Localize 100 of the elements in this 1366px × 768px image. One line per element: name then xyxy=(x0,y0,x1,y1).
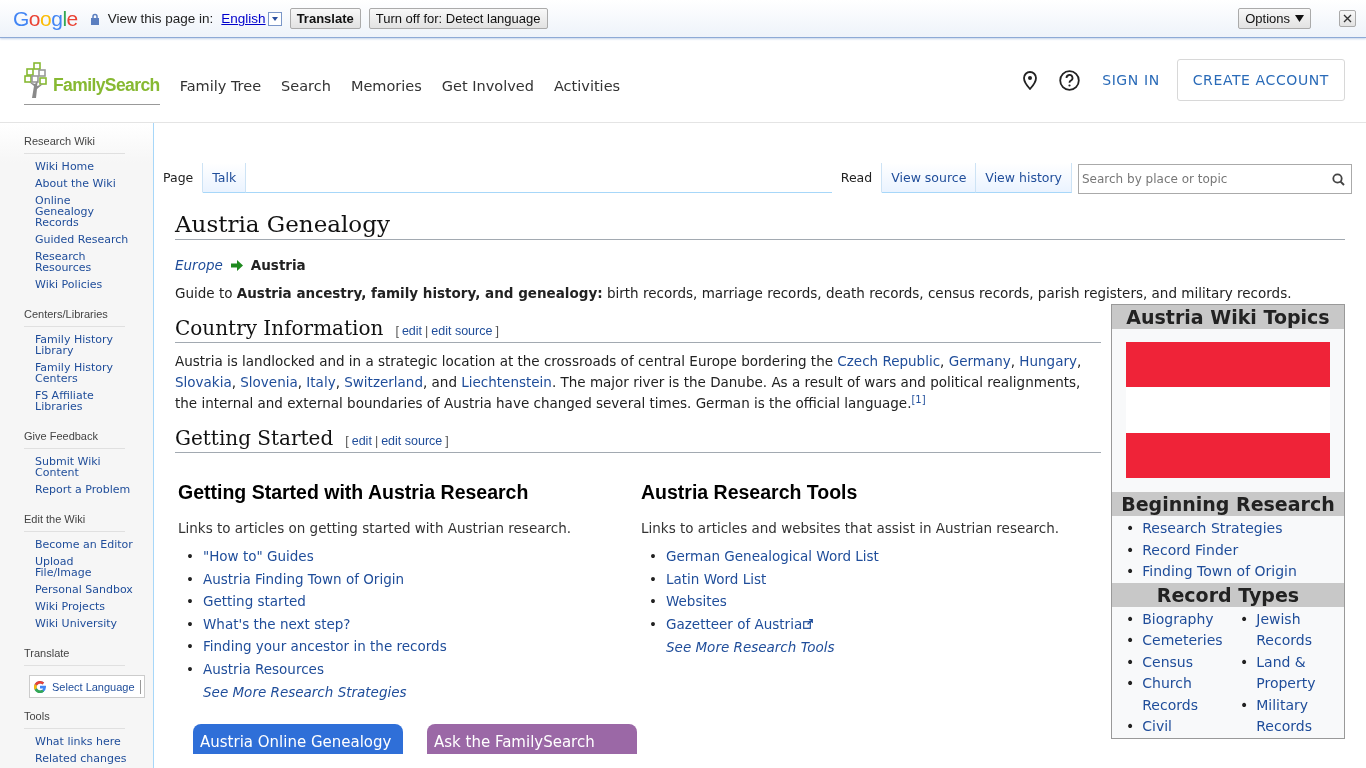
list-link[interactable]: Gazetteer of Austria xyxy=(666,612,803,635)
sidebar-link[interactable]: Related changes xyxy=(35,753,133,764)
sidebar-link[interactable]: Personal Sandbox xyxy=(35,584,133,595)
topic-link[interactable]: Cemeteries xyxy=(1142,630,1223,652)
sidebar-link[interactable]: Research Resources xyxy=(35,251,133,273)
translate-label: View this page in: xyxy=(107,11,214,26)
topic-link[interactable]: Finding Town of Origin xyxy=(1142,561,1297,583)
nav-link[interactable]: Get Involved xyxy=(441,78,534,94)
bullet: • xyxy=(186,637,195,656)
turn-off-button[interactable]: Turn off for: Detect language xyxy=(368,8,548,29)
bullet: • xyxy=(1240,609,1249,629)
sidebar-link[interactable]: About the Wiki xyxy=(35,178,133,189)
nav-link[interactable]: Family Tree xyxy=(179,78,262,94)
language-link[interactable]: English xyxy=(221,11,266,26)
view-tab[interactable]: View source xyxy=(882,163,977,193)
bullet: • xyxy=(1126,717,1135,736)
footnote-link[interactable]: [1] xyxy=(911,393,926,405)
topic-link[interactable]: Church Records xyxy=(1142,673,1230,716)
page-tab[interactable]: Talk xyxy=(203,163,247,193)
bullet: • xyxy=(186,592,195,611)
close-icon xyxy=(1343,14,1352,23)
view-tab[interactable]: View history xyxy=(976,163,1072,193)
location-pin-icon[interactable] xyxy=(1023,70,1038,90)
edit-link[interactable]: edit source xyxy=(381,434,443,448)
nav-link[interactable]: Activities xyxy=(553,78,621,94)
section-heading: Country Information xyxy=(175,316,384,340)
bullet: • xyxy=(1126,674,1135,693)
sidebar-link[interactable]: Report a Problem xyxy=(35,484,133,495)
sidebar-link[interactable]: What links here xyxy=(35,736,133,747)
search-icon[interactable] xyxy=(1332,173,1345,186)
sidebar-link[interactable]: Family History Library xyxy=(35,334,133,356)
google-logo: Google xyxy=(13,6,78,31)
more-link[interactable]: See More Research Strategies xyxy=(203,682,407,702)
dropdown-caret-icon[interactable] xyxy=(267,11,282,26)
list-link[interactable]: German Genealogical Word List xyxy=(666,545,879,568)
create-account-button[interactable]: CREATE ACCOUNT xyxy=(1176,59,1345,101)
nav-link[interactable]: Memories xyxy=(350,78,422,94)
options-button[interactable]: Options xyxy=(1238,8,1311,29)
topic-link[interactable]: Record Finder xyxy=(1142,539,1239,561)
bracket: ] xyxy=(445,434,449,448)
list-link[interactable]: Austria Resources xyxy=(203,657,324,680)
topic-link[interactable]: Jewish Records xyxy=(1256,608,1344,652)
breadcrumb-current: Austria xyxy=(250,257,306,273)
text-link[interactable]: Germany xyxy=(948,353,1011,369)
list-link[interactable]: "How to" Guides xyxy=(203,545,314,568)
sidebar-link[interactable]: Upload File/Image xyxy=(35,556,133,578)
translate-button[interactable]: Translate xyxy=(289,8,361,29)
edit-link[interactable]: edit source xyxy=(431,324,493,338)
text-link[interactable]: Slovakia xyxy=(175,374,232,390)
sidebar-link[interactable]: Wiki Policies xyxy=(35,279,133,290)
sidebar-link[interactable]: Wiki University xyxy=(35,618,133,629)
intro-text: Guide to Austria ancestry, family history, and genealogy: birth records, marriage records, death records, census records, parish registers, and military records. xyxy=(175,284,1293,303)
external-link-icon xyxy=(803,618,814,629)
topic-link[interactable]: Civil xyxy=(1142,716,1172,738)
sign-in-link[interactable]: SIGN IN xyxy=(1102,72,1160,88)
more-link[interactable]: See More Research Tools xyxy=(666,637,835,657)
text-link[interactable]: Slovenia xyxy=(240,374,298,390)
link-button[interactable]: Ask the FamilySearch xyxy=(427,724,637,754)
list-link[interactable]: What's the next step? xyxy=(203,612,351,635)
link-button[interactable]: Austria Online Genealogy xyxy=(193,724,403,754)
edit-link[interactable]: edit xyxy=(401,324,423,338)
sidebar-link[interactable]: Wiki Projects xyxy=(35,601,133,612)
text-link[interactable]: Switzerland xyxy=(344,374,423,390)
language-select[interactable]: Select Language xyxy=(29,675,145,698)
topic-link[interactable]: Biography xyxy=(1142,608,1214,630)
list-link[interactable]: Finding your ancestor in the records xyxy=(203,635,447,658)
sidebar-link[interactable]: Become an Editor xyxy=(35,539,133,550)
nav-link[interactable]: Search xyxy=(281,78,331,94)
close-button[interactable] xyxy=(1339,10,1356,27)
bullet: • xyxy=(1126,519,1135,538)
help-icon[interactable] xyxy=(1059,69,1081,91)
sidebar-link[interactable]: Submit Wiki Content xyxy=(35,456,133,478)
sidebar-link[interactable]: Guided Research xyxy=(35,234,133,245)
sidebar-link[interactable]: Wiki Home xyxy=(35,161,133,172)
topic-link[interactable]: Military Records xyxy=(1256,694,1344,738)
bullet: • xyxy=(1240,652,1249,672)
breadcrumb-link[interactable]: Europe xyxy=(175,257,223,273)
edit-link[interactable]: edit xyxy=(351,434,372,448)
list-link[interactable]: Austria Finding Town of Origin xyxy=(203,567,405,590)
text-link[interactable]: Liechtenstein xyxy=(461,374,552,390)
column-heading: Getting Started with Austria Research xyxy=(178,481,530,504)
list-link[interactable]: Websites xyxy=(666,590,727,613)
page-title: Austria Genealogy xyxy=(175,211,1345,240)
separator: | xyxy=(374,434,379,448)
list-link[interactable]: Getting started xyxy=(203,590,306,613)
bullet: • xyxy=(649,547,658,566)
text-link[interactable]: Italy xyxy=(306,374,336,390)
text-link[interactable]: Hungary xyxy=(1019,353,1077,369)
topic-link[interactable]: Census xyxy=(1142,651,1193,673)
list-link[interactable]: Latin Word List xyxy=(666,567,767,590)
topic-link[interactable]: Land & Property xyxy=(1256,651,1344,695)
sidebar-link[interactable]: FS Affiliate Libraries xyxy=(35,390,133,412)
search-field[interactable]: Search by place or topic xyxy=(1078,164,1352,194)
sidebar-heading: Give Feedback xyxy=(24,430,125,449)
sidebar-link[interactable]: Online Genealogy Records xyxy=(35,195,133,228)
sidebar-heading: Centers/Libraries xyxy=(24,308,125,327)
sidebar-heading: Edit the Wiki xyxy=(24,513,125,532)
bullet: • xyxy=(186,614,195,634)
sidebar-link[interactable]: Family History Centers xyxy=(35,362,133,384)
topic-link[interactable]: Research Strategies xyxy=(1142,518,1283,540)
